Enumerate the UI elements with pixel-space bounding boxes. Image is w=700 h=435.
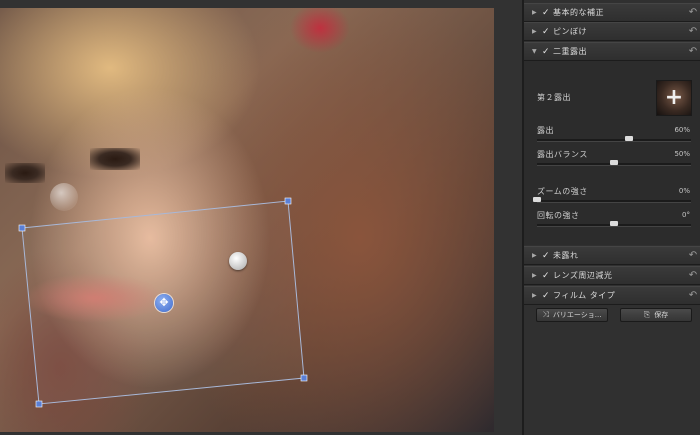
second-exposure-thumbnail[interactable]: + [656, 80, 692, 116]
slider-knob[interactable] [610, 221, 618, 226]
triangle-right-icon[interactable]: ▶ [532, 9, 542, 16]
save-button[interactable]: ⎘ 保存 [620, 308, 692, 322]
adjustments-panel: ▶ ✓ 基本的な補正 ↶ ▶ ✓ ピンぼけ ↶ ▼ ✓ 二重露出 ↶ 第２露出 … [524, 0, 700, 435]
slider-label-zoom-strength: ズームの強さ [537, 187, 588, 196]
section-double-exposure[interactable]: ▼ ✓ 二重露出 ↶ [524, 42, 700, 61]
slider-knob[interactable] [610, 160, 618, 165]
section-lens-vignette[interactable]: ▶ ✓ レンズ周辺減光 ↶ [524, 266, 700, 285]
undo-arrow-icon[interactable]: ↶ [686, 26, 700, 37]
slider-track-zoom-strength[interactable] [533, 197, 691, 203]
section-label: レンズ周辺減光 [553, 271, 613, 280]
slider-knob[interactable] [625, 136, 634, 141]
slider-label-exposure: 露出 [537, 126, 554, 135]
undo-arrow-icon[interactable]: ↶ [686, 270, 700, 281]
triangle-right-icon[interactable]: ▶ [532, 272, 542, 279]
section-label: ピンぼけ [553, 27, 587, 36]
double-exposure-panel: 第２露出 + 露出 60% 露出バランス 50% ズームの強さ 0% 回転の強さ… [524, 61, 700, 245]
section-label: 二重露出 [553, 47, 587, 56]
shuffle-icon: ⤨ [542, 310, 549, 319]
corner-handle-top-right [284, 197, 292, 205]
slider-value-zoom-strength: 0% [678, 187, 690, 195]
slider-track-exposure-balance[interactable] [537, 160, 691, 166]
slider-value-rotation-strength: 0° [682, 211, 690, 219]
variations-button[interactable]: ⤨ バリエーショ... [536, 308, 608, 322]
check-icon[interactable]: ✓ [542, 47, 553, 57]
slider-track-rotation-strength[interactable] [537, 221, 691, 227]
slider-label-rotation-strength: 回転の強さ [537, 211, 580, 220]
slider-track-exposure[interactable] [537, 136, 691, 142]
second-exposure-label: 第２露出 [537, 93, 571, 102]
section-light-leak[interactable]: ▶ ✓ 未露れ ↶ [524, 246, 700, 265]
image-canvas[interactable]: ✥ [0, 0, 522, 435]
save-icon: ⎘ [643, 310, 651, 319]
save-button-label: 保存 [654, 311, 669, 319]
triangle-right-icon[interactable]: ▶ [532, 252, 542, 259]
check-icon[interactable]: ✓ [542, 251, 553, 261]
undo-arrow-icon[interactable]: ↶ [686, 7, 700, 18]
triangle-right-icon[interactable]: ▶ [532, 28, 542, 35]
check-icon[interactable]: ✓ [542, 271, 553, 281]
slider-value-exposure: 60% [674, 126, 690, 134]
section-label: 基本的な補正 [553, 8, 604, 17]
corner-handle-top-left [18, 224, 26, 232]
check-icon[interactable]: ✓ [542, 27, 553, 37]
section-film-type[interactable]: ▶ ✓ フィルム タイプ ↶ [524, 286, 700, 305]
undo-arrow-icon[interactable]: ↶ [686, 46, 700, 57]
section-defocus[interactable]: ▶ ✓ ピンぼけ ↶ [524, 22, 700, 41]
triangle-right-icon[interactable]: ▶ [532, 292, 542, 299]
undo-arrow-icon[interactable]: ↶ [686, 290, 700, 301]
plus-icon[interactable]: + [657, 81, 691, 115]
variations-button-label: バリエーショ... [552, 311, 602, 319]
section-basic-adjust[interactable]: ▶ ✓ 基本的な補正 ↶ [524, 3, 700, 22]
slider-label-exposure-balance: 露出バランス [537, 150, 588, 159]
corner-handle-bottom-left [35, 400, 43, 408]
move-arrows-icon[interactable]: ✥ [155, 294, 173, 312]
section-label: 未露れ [553, 251, 579, 260]
check-icon[interactable]: ✓ [542, 291, 553, 301]
check-icon[interactable]: ✓ [542, 8, 553, 18]
corner-handle-bottom-right [300, 374, 308, 382]
section-label: フィルム タイプ [553, 291, 616, 300]
slider-value-exposure-balance: 50% [674, 150, 690, 158]
transform-frame[interactable] [0, 0, 522, 435]
undo-arrow-icon[interactable]: ↶ [686, 250, 700, 261]
rotate-handle-icon[interactable] [229, 252, 247, 270]
triangle-down-icon[interactable]: ▼ [532, 48, 542, 55]
slider-knob[interactable] [533, 197, 541, 202]
